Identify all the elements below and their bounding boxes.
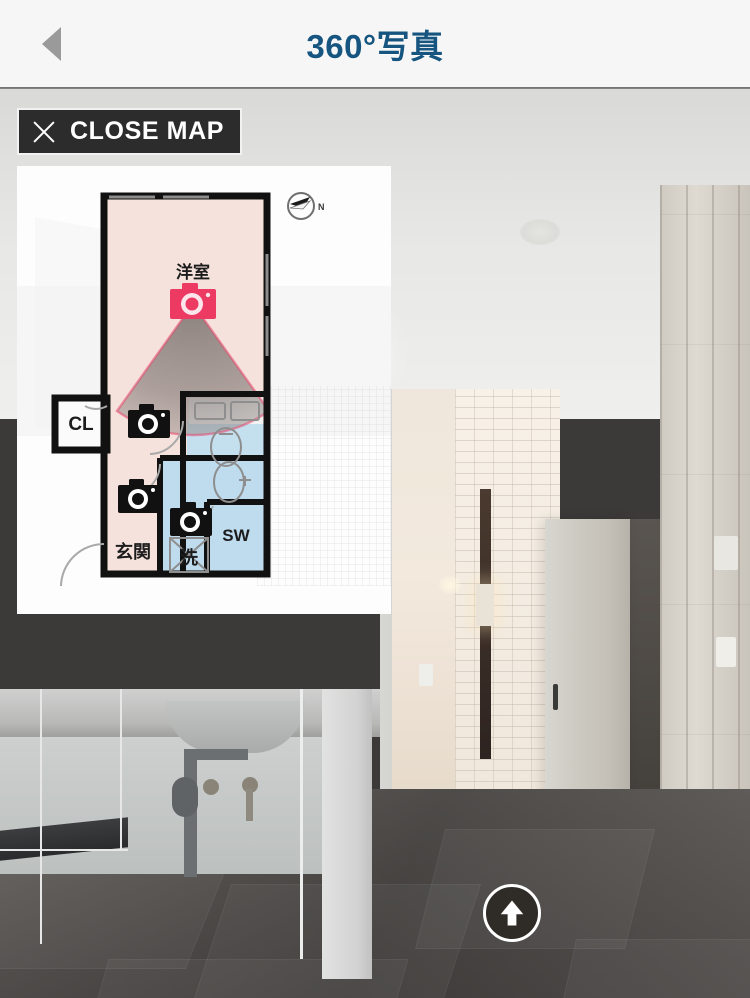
close-x-icon	[31, 119, 57, 145]
app-header: 360°写真	[0, 0, 750, 91]
pano-ceiling-vent	[520, 219, 560, 245]
svg-text:N: N	[318, 202, 325, 212]
compass-north-icon: N	[287, 192, 325, 220]
pano-rack-leg	[300, 689, 303, 959]
pano-downlight	[439, 576, 461, 594]
pano-light-switch	[419, 664, 433, 686]
back-button[interactable]	[28, 18, 74, 70]
nav-hotspot-forward[interactable]	[483, 884, 541, 942]
page-title: 360°写真	[306, 27, 444, 65]
floorplan-svg[interactable]: 洋室 CL 玄関 洗 SW N	[17, 166, 391, 614]
pano-rack-leg	[120, 689, 122, 849]
floorplan-map[interactable]: 洋室 CL 玄関 洗 SW N	[17, 166, 391, 614]
pano-faucet-stem	[246, 789, 253, 821]
up-arrow-icon	[500, 900, 524, 926]
label-youshitsu: 洋室	[176, 262, 210, 282]
pano-intercom-panel	[714, 536, 738, 570]
close-map-label: CLOSE MAP	[70, 117, 225, 145]
label-genkan: 玄関	[115, 541, 151, 562]
pano-column	[322, 689, 372, 979]
pano-rack-shelf	[0, 849, 128, 851]
pano-rack-leg	[40, 689, 42, 944]
pano-wall-plate	[716, 637, 736, 667]
pano-sink-trap	[172, 777, 198, 817]
back-triangle-icon	[41, 26, 61, 61]
viewer-screen: 360°写真 CLOSE MAP 洋室 CL 玄関 洗 SW N	[0, 0, 750, 998]
floor-tile	[544, 939, 750, 998]
close-map-button[interactable]: CLOSE MAP	[17, 108, 243, 155]
pano-faucet-valve	[203, 779, 219, 795]
label-closet: CL	[68, 414, 94, 435]
pano-wall-lamp	[476, 584, 494, 626]
floor-tile	[415, 829, 655, 949]
label-sen: 洗	[180, 547, 198, 568]
label-sw: SW	[222, 526, 250, 545]
